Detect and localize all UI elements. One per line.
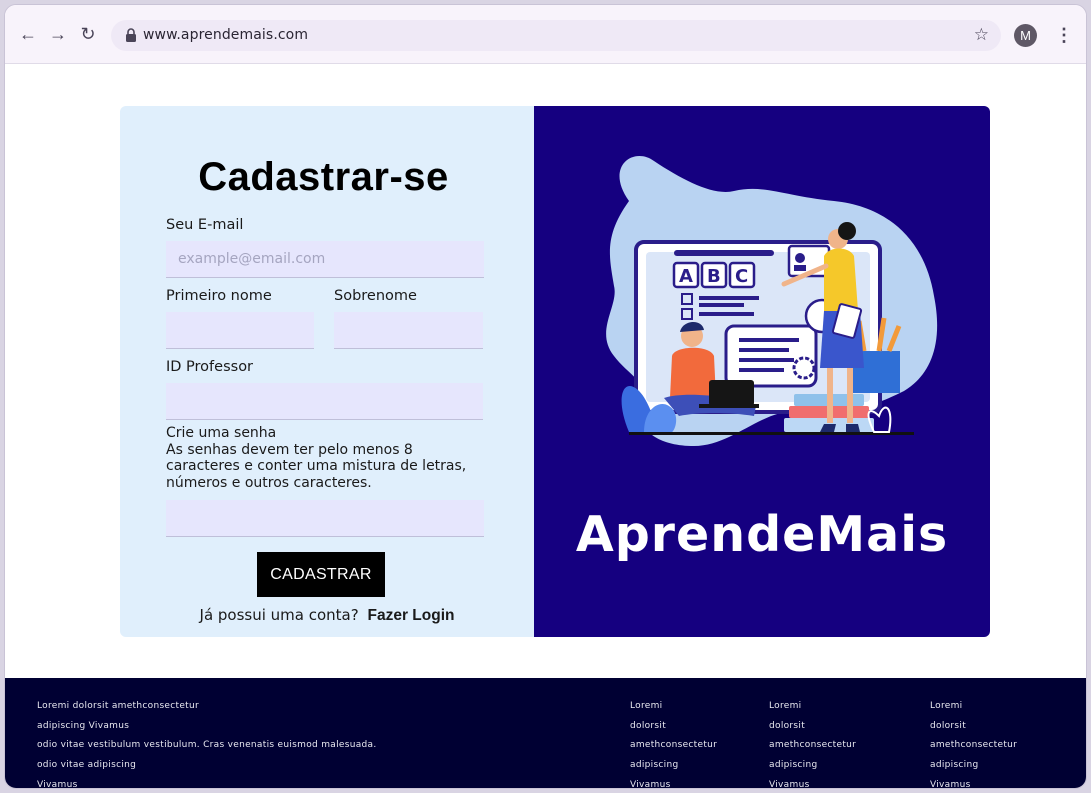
- footer-link[interactable]: adipiscing: [630, 756, 717, 776]
- address-bar[interactable]: www.aprendemais.com ☆: [111, 20, 1001, 51]
- url-text: www.aprendemais.com: [143, 27, 309, 43]
- footer-text: Vivamus: [37, 779, 78, 789]
- login-prompt: Já possui uma conta? Fazer Login: [120, 606, 534, 625]
- footer-text: odio vitae vestibulum vestibulum. Cras v…: [37, 740, 377, 751]
- hero-panel: A B C AprendeMais: [534, 106, 990, 637]
- footer-col-2: Loremi dolorsit amethconsectetur adipisc…: [630, 697, 717, 788]
- back-arrow-icon[interactable]: ←: [18, 24, 38, 44]
- password-requirements: As senhas devem ter pelo menos 8 caracte…: [166, 441, 467, 491]
- brand-logo: AprendeMais: [575, 506, 949, 563]
- board-letter-c: C: [735, 266, 748, 287]
- footer-link[interactable]: dolorsit: [930, 717, 1017, 737]
- password-hint: Crie uma senha As senhas devem ter pelo …: [166, 425, 486, 491]
- browser-toolbar: ← → ↻ www.aprendemais.com ☆ M ⋮: [5, 5, 1086, 64]
- last-name-label: Sobrenome: [334, 288, 417, 304]
- footer-link[interactable]: dolorsit: [769, 717, 856, 737]
- form-title: Cadastrar-se: [198, 155, 449, 199]
- professor-id-label: ID Professor: [166, 359, 254, 375]
- first-name-input[interactable]: [166, 312, 314, 349]
- footer-link[interactable]: amethconsectetur: [769, 736, 856, 756]
- footer-link[interactable]: Loremi: [930, 697, 1017, 717]
- last-name-input[interactable]: [334, 312, 483, 349]
- footer-text: adipiscing Vivamus: [37, 720, 130, 731]
- footer-text: odio vitae adipiscing: [37, 760, 137, 771]
- board-letter-a: A: [679, 266, 693, 287]
- password-input[interactable]: [166, 500, 484, 537]
- email-input[interactable]: [166, 241, 484, 278]
- footer-link[interactable]: amethconsectetur: [930, 736, 1017, 756]
- signup-form-panel: Cadastrar-se Seu E-mail Primeiro nome So…: [120, 106, 534, 637]
- teacher-illustration: A B C: [606, 155, 938, 446]
- footer-link[interactable]: Vivamus: [630, 776, 717, 788]
- footer-link[interactable]: Loremi: [630, 697, 717, 717]
- footer-link[interactable]: amethconsectetur: [630, 736, 717, 756]
- signup-card: Cadastrar-se Seu E-mail Primeiro nome So…: [120, 106, 990, 637]
- site-footer: Loremi dolorsit amethconsectetur adipisc…: [5, 678, 1086, 789]
- register-button[interactable]: CADASTRAR: [257, 552, 385, 597]
- footer-link[interactable]: Vivamus: [930, 776, 1017, 788]
- password-label: Crie uma senha: [166, 425, 277, 441]
- bookmark-star-icon[interactable]: ☆: [974, 25, 989, 45]
- footer-link[interactable]: Loremi: [769, 697, 856, 717]
- lock-icon: [126, 28, 136, 42]
- first-name-label: Primeiro nome: [166, 288, 272, 304]
- kebab-menu-icon[interactable]: ⋮: [1055, 23, 1073, 47]
- footer-link[interactable]: adipiscing: [769, 756, 856, 776]
- profile-avatar[interactable]: M: [1014, 24, 1037, 47]
- professor-id-input[interactable]: [166, 383, 483, 420]
- footer-text: Loremi dolorsit amethconsectetur: [37, 701, 200, 711]
- footer-col-1: Loremi dolorsit amethconsectetur adipisc…: [37, 697, 377, 789]
- login-link[interactable]: Fazer Login: [368, 607, 455, 624]
- footer-link[interactable]: adipiscing: [930, 756, 1017, 776]
- board-letter-b: B: [707, 266, 721, 287]
- browser-window: ← → ↻ www.aprendemais.com ☆ M ⋮ Cadastra…: [4, 4, 1087, 789]
- reload-icon[interactable]: ↻: [78, 24, 98, 44]
- footer-link[interactable]: Vivamus: [769, 776, 856, 788]
- have-account-text: Já possui uma conta?: [199, 606, 359, 624]
- footer-link[interactable]: dolorsit: [630, 717, 717, 737]
- footer-col-4: Loremi dolorsit amethconsectetur adipisc…: [930, 697, 1017, 788]
- email-label: Seu E-mail: [166, 217, 244, 233]
- forward-arrow-icon[interactable]: →: [48, 24, 68, 44]
- footer-col-3: Loremi dolorsit amethconsectetur adipisc…: [769, 697, 856, 788]
